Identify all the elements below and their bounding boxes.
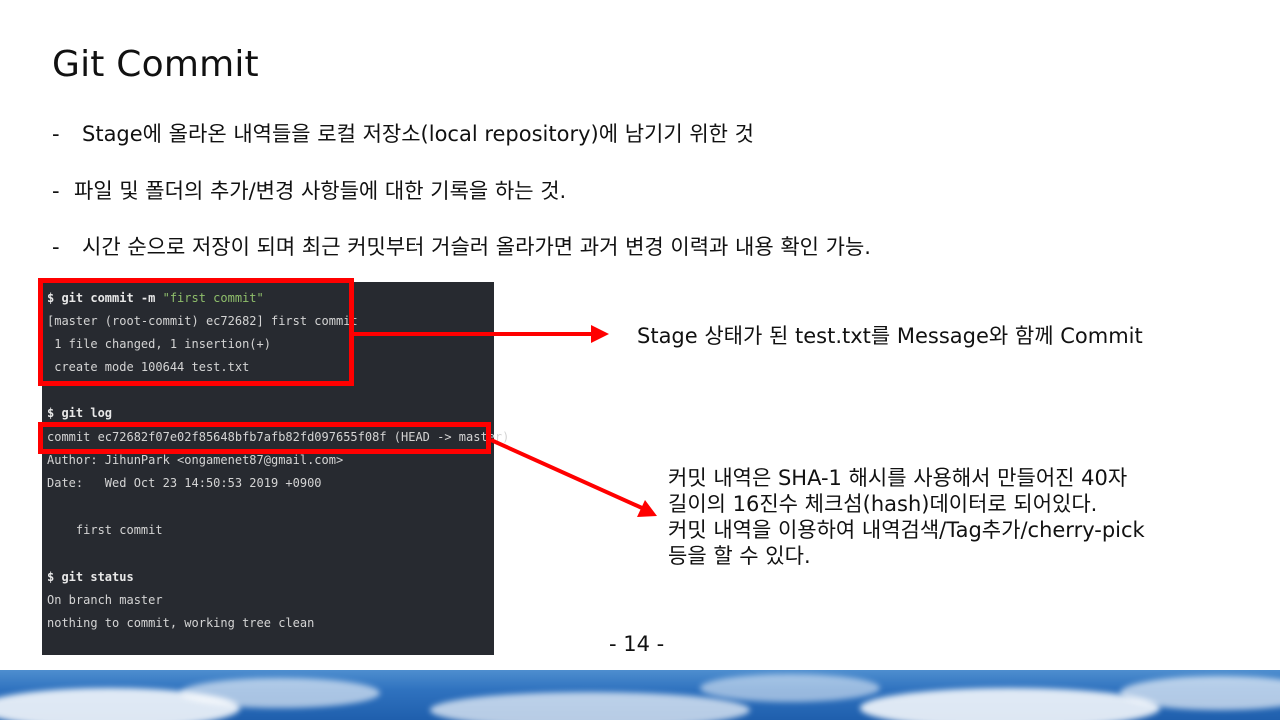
bullet-dash: - xyxy=(52,179,60,203)
terminal-output: Date: Wed Oct 23 14:50:53 2019 +0900 xyxy=(47,476,322,490)
bullet-item: - 파일 및 폴더의 추가/변경 사항들에 대한 기록을 하는 것. xyxy=(52,175,566,205)
bullet-text: 파일 및 폴더의 추가/변경 사항들에 대한 기록을 하는 것. xyxy=(74,179,567,203)
terminal-output: first commit xyxy=(47,523,163,537)
bullet-dash: - xyxy=(52,235,60,259)
terminal-output: nothing to commit, working tree clean xyxy=(47,616,315,630)
commit-highlight-box xyxy=(38,278,354,386)
terminal-output: Author: JihunPark <ongamenet87@gmail.com… xyxy=(47,453,344,467)
hash-note-line: 커밋 내역은 SHA-1 해시를 사용해서 만들어진 40자 xyxy=(668,466,1128,490)
hash-note-line: 길이의 16진수 체크섬(hash)데이터로 되어있다. xyxy=(668,492,1098,516)
sky-banner-image xyxy=(0,670,1280,720)
terminal-output: On branch master xyxy=(47,593,163,607)
hash-note: 커밋 내역은 SHA-1 해시를 사용해서 만들어진 40자 길이의 16진수 … xyxy=(668,465,1145,569)
bullet-text: 시간 순으로 저장이 되며 최근 커밋부터 거슬러 올라가면 과거 변경 이력과… xyxy=(82,235,871,259)
bullet-text: Stage에 올라온 내역들을 로컬 저장소(local repository)… xyxy=(82,122,754,146)
bullet-dash: - xyxy=(52,122,60,146)
slide-title: Git Commit xyxy=(52,44,259,85)
terminal-command: $ git log xyxy=(47,406,113,420)
page-number: - 14 - xyxy=(609,632,665,656)
hash-note-line: 등을 할 수 있다. xyxy=(668,544,811,568)
arrow-to-note2 xyxy=(490,438,657,517)
terminal-command: $ git status xyxy=(47,570,134,584)
hash-note-line: 커밋 내역을 이용하여 내역검색/Tag추가/cherry-pick xyxy=(668,518,1145,542)
bullet-item: - 시간 순으로 저장이 되며 최근 커밋부터 거슬러 올라가면 과거 변경 이력… xyxy=(52,231,871,261)
commit-note: Stage 상태가 된 test.txt를 Message와 함께 Commit xyxy=(637,324,1143,348)
bullet-item: - Stage에 올라온 내역들을 로컬 저장소(local repository… xyxy=(52,118,754,148)
log-highlight-box xyxy=(38,422,491,454)
